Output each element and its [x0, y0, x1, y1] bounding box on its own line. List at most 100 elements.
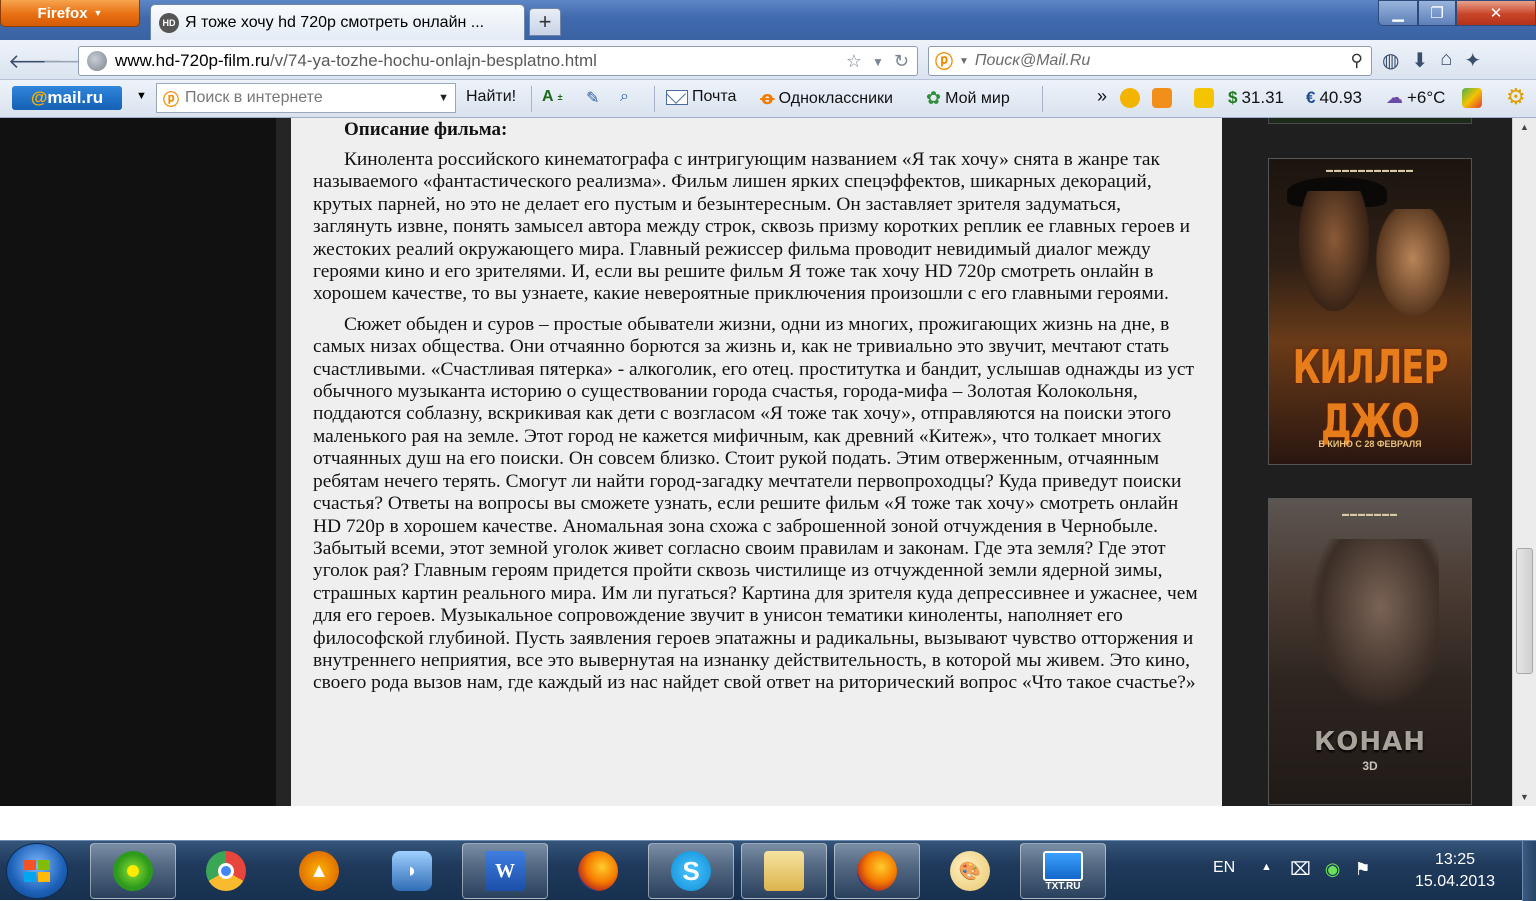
taskbar-app-paint[interactable]: 🎨: [927, 843, 1013, 899]
agent-icon[interactable]: [1120, 88, 1140, 108]
firefox-menu-button[interactable]: Firefox ▼: [0, 0, 140, 27]
odnoklassniki-link-label: Одноклассники: [778, 89, 893, 107]
weather-widget[interactable]: ☁ +6°C: [1386, 88, 1445, 108]
maps-icon[interactable]: [1462, 88, 1482, 108]
txt-ru-label: TXT.RU: [1045, 880, 1081, 892]
usb-device-icon[interactable]: ⌧: [1290, 859, 1311, 880]
status-area: [0, 806, 1536, 840]
odnoklassniki-link[interactable]: ꝋ Одноклассники: [760, 88, 893, 109]
taskbar-app-xtorrent[interactable]: ◗: [369, 843, 455, 899]
clock-time: 13:25: [1434, 851, 1476, 868]
poster-title: КИЛЛЕР ДЖО: [1292, 341, 1449, 449]
mail-link[interactable]: Почта: [666, 88, 736, 106]
poster-figure: [1309, 539, 1439, 709]
mailru-logo-text: mail.ru: [47, 88, 104, 107]
toolbar-overflow-button[interactable]: »: [1097, 86, 1107, 107]
navigation-bar: 🡐 🡒 www.hd-720p-film.ru/v/74-ya-tozhe-ho…: [0, 40, 1536, 80]
toolbar-divider: [1042, 86, 1043, 112]
page-search-icon[interactable]: ⌕: [620, 88, 629, 106]
page-left-border: [276, 118, 291, 806]
txt-ru-icon: TXT.RU: [1043, 850, 1083, 892]
language-indicator[interactable]: EN: [1213, 859, 1235, 877]
search-placeholder: Поиск@Mail.Ru: [974, 52, 1091, 69]
system-clock[interactable]: 13:25 15.04.2013: [1400, 849, 1510, 893]
article-paragraph: Сюжет обыден и суров – простые обыватели…: [313, 313, 1198, 694]
article-heading: Описание фильма:: [344, 119, 508, 140]
web-search-box[interactable]: ⓟ ▼ Поиск@Mail.Ru ⚲: [928, 46, 1372, 76]
home-icon[interactable]: ⌂: [1440, 48, 1452, 73]
icq-status-icon[interactable]: ◉: [1325, 859, 1341, 880]
new-tab-button[interactable]: +: [529, 8, 561, 36]
clock-date: 15.04.2013: [1414, 873, 1496, 890]
site-identity-icon[interactable]: [87, 51, 107, 71]
action-center-flag-icon[interactable]: ⚑: [1354, 859, 1370, 880]
scroll-up-icon[interactable]: ▲: [1520, 122, 1529, 132]
taskbar-app-explorer[interactable]: [741, 843, 827, 899]
music-icon[interactable]: [1152, 88, 1172, 108]
maximize-button[interactable]: ❐: [1418, 0, 1456, 26]
page-viewport: Описание фильма: Кинолента российского к…: [0, 118, 1536, 806]
weather-value: +6°C: [1407, 88, 1446, 107]
taskbar-app-word[interactable]: W: [462, 843, 548, 899]
show-hidden-icons-icon[interactable]: ▲: [1261, 861, 1272, 873]
show-desktop-button[interactable]: [1522, 841, 1536, 901]
mailru-logo[interactable]: @ mail.ru: [12, 86, 122, 110]
windows-taskbar: ▲ ◗ W S 🎨 TXT.RU EN ▲ ⌧ ◉ ⚑ 13:25 15.04.…: [0, 840, 1536, 901]
toolbar-menu-dropdown-icon[interactable]: ▼: [136, 90, 147, 102]
toolbar-divider: [531, 86, 532, 112]
poster-figure: [1374, 209, 1452, 319]
scrollbar-thumb[interactable]: [1516, 548, 1533, 674]
downloads-icon[interactable]: ⬇: [1411, 48, 1428, 73]
bookmarks-menu-icon[interactable]: ✦: [1464, 48, 1481, 73]
url-path: /v/74-ya-tozhe-hochu-onlajn-besplatno.ht…: [269, 51, 597, 70]
taskbar-app-icq[interactable]: [90, 843, 176, 899]
firefox-icon: [578, 851, 618, 891]
sidebar-poster-killer-joe[interactable]: ▬▬▬▬▬▬▬▬▬▬▬ КИЛЛЕР ДЖО В КИНО С 28 ФЕВРА…: [1268, 158, 1472, 465]
minimize-button[interactable]: ▁: [1378, 0, 1418, 26]
address-bar[interactable]: www.hd-720p-film.ru/v/74-ya-tozhe-hochu-…: [78, 46, 918, 76]
taskbar-app-aimp[interactable]: ▲: [276, 843, 362, 899]
sidebar-poster-cropped[interactable]: [1268, 118, 1472, 124]
mailru-search-engine-icon: ⓟ: [163, 92, 180, 109]
settings-gear-icon[interactable]: ⚙: [1506, 84, 1526, 110]
find-button[interactable]: Найти!: [466, 88, 516, 106]
scroll-down-icon[interactable]: ▼: [1520, 792, 1529, 802]
sidebar-poster-conan[interactable]: ▬▬▬▬▬▬▬ КОНАН 3D: [1268, 498, 1472, 805]
search-engine-icon[interactable]: ⓟ: [935, 48, 953, 74]
eur-rate-value: 40.93: [1319, 88, 1363, 107]
mailru-search-input[interactable]: ⓟ Поиск в интернете ▼: [156, 83, 456, 113]
poster-title: КОНАН: [1314, 727, 1426, 757]
windows-logo-icon: [24, 860, 52, 884]
start-button[interactable]: [6, 843, 68, 899]
word-icon: W: [485, 851, 525, 891]
vertical-scrollbar[interactable]: ▲ ▼: [1512, 118, 1536, 806]
moy-mir-link[interactable]: ✿ Мой мир: [926, 88, 1010, 109]
close-button[interactable]: ✕: [1456, 0, 1536, 26]
taskbar-app-txt-ru[interactable]: TXT.RU: [1020, 843, 1106, 899]
aimp-triangle-icon: ▲: [299, 851, 339, 891]
chrome-icon: [206, 851, 246, 891]
taskbar-app-firefox[interactable]: [555, 843, 641, 899]
games-icon[interactable]: [1194, 88, 1214, 108]
envelope-icon: [666, 89, 688, 105]
firefox-menu-label: Firefox: [37, 4, 88, 22]
font-size-icon[interactable]: A ±: [542, 88, 563, 106]
taskbar-app-chrome[interactable]: [183, 843, 269, 899]
history-dropdown-icon[interactable]: ▼: [872, 51, 884, 72]
taskbar-app-skype[interactable]: S: [648, 843, 734, 899]
mailru-logo-at: @: [30, 88, 48, 107]
mailru-search-dropdown-icon[interactable]: ▼: [438, 92, 455, 104]
highlight-pen-icon[interactable]: ✎: [586, 88, 599, 108]
poster-tagline: ▬▬▬▬▬▬▬: [1342, 511, 1398, 518]
search-icon[interactable]: ⚲: [1351, 51, 1371, 71]
addon-globe-icon[interactable]: ◍: [1382, 48, 1399, 73]
browser-tab-active[interactable]: HD Я тоже хочу hd 720p смотреть онлайн .…: [150, 4, 525, 40]
url-host: www.hd-720p-film.ru: [115, 51, 270, 70]
reload-icon[interactable]: ↻: [894, 51, 909, 72]
eur-rate[interactable]: €40.93: [1306, 88, 1362, 108]
search-engine-dropdown-icon[interactable]: ▼: [959, 56, 969, 67]
nav-toolbar-buttons: ◍ ⬇ ⌂ ✦: [1382, 48, 1481, 73]
taskbar-app-firefox-window[interactable]: [834, 843, 920, 899]
usd-rate[interactable]: $31.31: [1228, 88, 1284, 108]
bookmark-star-icon[interactable]: ☆: [846, 51, 862, 72]
